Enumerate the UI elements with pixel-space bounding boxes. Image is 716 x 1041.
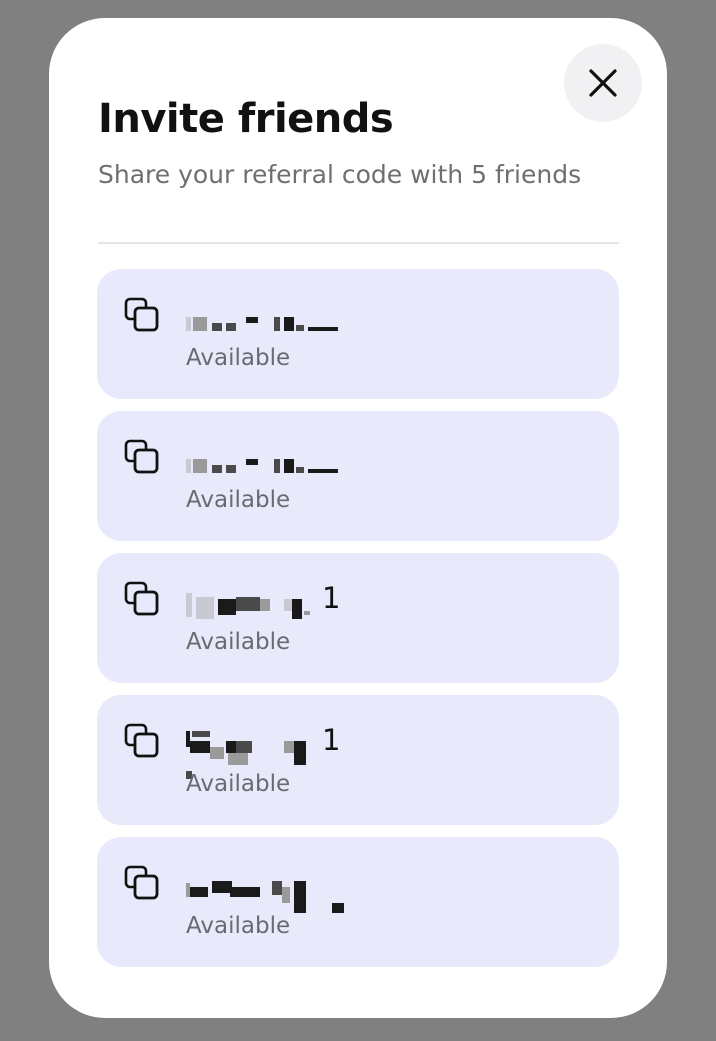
- close-button[interactable]: [564, 44, 642, 122]
- modal-title: Invite friends: [98, 96, 394, 142]
- referral-code-card[interactable]: 1 Available: [97, 553, 619, 683]
- code-value: 1: [322, 723, 341, 757]
- code-status: Available: [186, 487, 291, 513]
- close-icon: [589, 69, 617, 97]
- code-status: Available: [186, 771, 291, 797]
- referral-code-list: Available Available 1 Available 1 Availa…: [97, 269, 619, 979]
- redacted-code: [186, 305, 356, 337]
- referral-code-card[interactable]: Available: [97, 411, 619, 541]
- referral-code-card[interactable]: Available: [97, 269, 619, 399]
- modal-subtitle: Share your referral code with 5 friends: [98, 160, 582, 189]
- copy-icon[interactable]: [124, 297, 160, 333]
- code-status: Available: [186, 913, 291, 939]
- code-status: Available: [186, 629, 291, 655]
- redacted-code: [186, 447, 356, 479]
- copy-icon[interactable]: [124, 439, 160, 475]
- redacted-code: [186, 873, 356, 913]
- code-value: 1: [322, 581, 341, 615]
- code-status: Available: [186, 345, 291, 371]
- copy-icon[interactable]: [124, 581, 160, 617]
- divider: [98, 242, 619, 244]
- referral-code-card[interactable]: 1 Available: [97, 695, 619, 825]
- copy-icon[interactable]: [124, 865, 160, 901]
- invite-friends-modal: Invite friends Share your referral code …: [49, 18, 667, 1018]
- referral-code-card[interactable]: Available: [97, 837, 619, 967]
- copy-icon[interactable]: [124, 723, 160, 759]
